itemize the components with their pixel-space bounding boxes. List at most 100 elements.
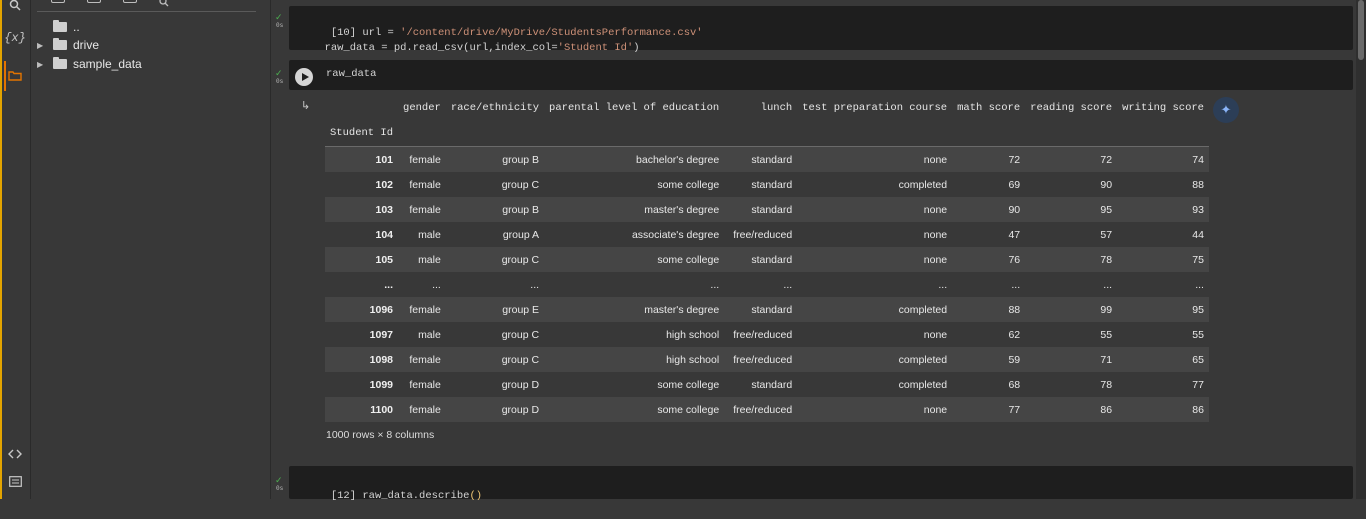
column-header: parental level of education [549, 102, 720, 114]
exec-time: 0s [276, 78, 284, 85]
folder-icon [53, 57, 67, 69]
table-cell: male [418, 228, 441, 241]
table-cell: male [418, 253, 441, 266]
code-string: 'Student Id' [557, 42, 634, 54]
folder-icon[interactable] [4, 64, 26, 86]
chevron-right-icon[interactable]: ▶ [37, 60, 47, 69]
table-cell: group C [501, 178, 540, 191]
table-cell: standard [751, 303, 793, 316]
refresh-icon[interactable] [123, 0, 137, 3]
tree-item-sample-data[interactable]: ▶ sample_data [37, 55, 142, 73]
table-cell: 65 [1192, 353, 1204, 366]
table-cell: 76 [1008, 253, 1021, 266]
table-cell: standard [751, 178, 793, 191]
run-cell-button[interactable] [295, 68, 313, 86]
table-cell: none [923, 228, 948, 241]
code-text: url = [362, 27, 401, 39]
output-icon[interactable]: ↳ [301, 101, 311, 112]
code-cell[interactable]: [12] raw_data.describe() [289, 466, 1353, 502]
rail-highlight-bar [0, 0, 2, 499]
table-cell: free/reduced [733, 403, 793, 416]
check-icon: ✓ [275, 68, 283, 78]
exec-time: 0s [276, 22, 284, 29]
table-cell: free/reduced [733, 228, 793, 241]
table-cell: none [923, 203, 948, 216]
column-header: reading score [1030, 102, 1113, 114]
table-cell: completed [898, 378, 948, 391]
exec-count: [10] [330, 27, 357, 39]
mount-drive-icon[interactable] [159, 0, 171, 7]
cell-code: [12] raw_data.describe() [293, 474, 482, 519]
table-cell: female [409, 403, 441, 416]
check-icon: ✓ [275, 475, 283, 485]
table-row: 1100 female group D some college free/reduce… [325, 397, 1209, 422]
table-cell: female [409, 378, 441, 391]
table-header-row: gender race/ethnicity parental level of … [325, 96, 1209, 120]
table-cell: group D [501, 378, 540, 391]
table-cell: none [923, 253, 948, 266]
new-folder-icon[interactable] [87, 0, 101, 3]
table-cell: 57 [1100, 228, 1113, 241]
table-cell: free/reduced [733, 328, 793, 341]
index-name-row: Student Id [325, 120, 1209, 147]
column-header: lunch [760, 102, 793, 114]
table-cell: completed [898, 353, 948, 366]
table-cell: some college [657, 178, 720, 191]
table-row: ........................... [325, 272, 1209, 297]
table-cell: female [409, 178, 441, 191]
row-index: 101 [325, 146, 399, 172]
table-cell: none [923, 403, 948, 416]
table-cell: 88 [1008, 303, 1021, 316]
row-index: ... [384, 278, 394, 291]
table-cell: 71 [1100, 353, 1113, 366]
code-text: raw_data = pd.read_csv(url,index_col= [324, 42, 558, 54]
row-index: 105 [375, 253, 394, 266]
magic-wand-icon[interactable]: ✦ [1213, 97, 1239, 123]
table-cell: 99 [1100, 303, 1113, 316]
table-cell: completed [898, 303, 948, 316]
column-header [325, 96, 398, 120]
scrollbar[interactable] [1356, 0, 1366, 499]
code-string: '/content/drive/MyDrive/StudentsPerforma… [400, 27, 703, 39]
files-toolbar [39, 0, 171, 8]
table-cell: standard [751, 378, 793, 391]
table-cell: ... [783, 278, 793, 291]
column-header: race/ethnicity [450, 102, 540, 114]
table-cell: 95 [1100, 203, 1113, 216]
table-cell: group C [501, 328, 540, 341]
tree-item-drive[interactable]: ▶ drive [37, 36, 99, 54]
table-cell: 77 [1008, 403, 1021, 416]
table-cell: 95 [1192, 303, 1204, 316]
table-cell: ... [938, 278, 948, 291]
table-cell: associate's degree [631, 228, 720, 241]
search-icon[interactable] [4, 0, 26, 16]
table-cell: group B [445, 146, 545, 172]
table-cell: some college [657, 253, 720, 266]
upload-icon[interactable] [51, 0, 65, 3]
table-cell: 75 [1192, 253, 1204, 266]
chevron-right-icon[interactable]: ▶ [37, 41, 47, 50]
table-cell: 47 [1008, 228, 1021, 241]
terminal-icon[interactable] [4, 470, 26, 492]
table-cell: ... [710, 278, 720, 291]
table-cell: 90 [1008, 203, 1021, 216]
scrollbar-thumb[interactable] [1358, 0, 1364, 60]
table-cell: some college [657, 378, 720, 391]
code-cell[interactable]: raw_data [289, 60, 1353, 90]
tree-item-label: drive [73, 38, 100, 52]
files-panel: .. ▶ drive ▶ sample_data [31, 0, 271, 499]
table-cell: high school [666, 353, 720, 366]
table-cell: 78 [1100, 378, 1113, 391]
variables-icon[interactable]: {x} [4, 27, 26, 49]
code-snippets-icon[interactable] [4, 443, 26, 465]
table-cell: 78 [1100, 253, 1113, 266]
tree-item-parent[interactable]: .. [53, 18, 80, 36]
table-cell: 72 [952, 146, 1026, 172]
table-cell: 44 [1192, 228, 1204, 241]
column-header: math score [957, 102, 1021, 114]
table-cell: 77 [1192, 378, 1204, 391]
cell-code: raw_data [326, 68, 377, 80]
row-index: 1098 [369, 353, 394, 366]
code-cell[interactable]: [10] url = '/content/drive/MyDrive/Stude… [289, 6, 1353, 54]
notebook-area: ✓ 0s [10] url = '/content/drive/MyDrive/… [271, 0, 1355, 502]
